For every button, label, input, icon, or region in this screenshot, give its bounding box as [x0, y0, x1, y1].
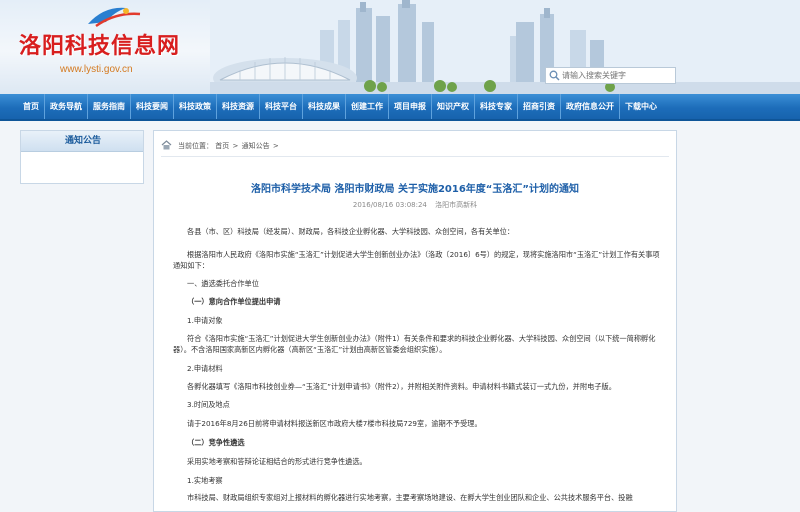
article-source: 洛阳市高新科: [435, 201, 478, 209]
article-paragraph: 2.申请材料: [187, 364, 223, 373]
nav-item[interactable]: 服务指南: [88, 94, 131, 119]
site-logo-url: www.lysti.gov.cn: [60, 64, 133, 75]
article-paragraph: 市科技局、财政局组织专家组对上报材料的孵化器进行实地考察，主要考察场地建设、在孵…: [187, 493, 633, 502]
nav-item[interactable]: 科技要闻: [131, 94, 174, 119]
article-meta: 2016/08/16 03:08:24 洛阳市高新科: [154, 200, 676, 210]
nav-item[interactable]: 项目申报: [389, 94, 432, 119]
article-paragraph: 1.申请对象: [187, 316, 223, 325]
article-paragraph: 符合《洛阳市实施“玉洛汇”计划促进大学生创新创业办法》（附件1）有关条件和要求的…: [173, 334, 656, 354]
search-box[interactable]: [545, 67, 676, 84]
nav-item[interactable]: 科技资源: [217, 94, 260, 119]
city-skyline-banner: [210, 0, 800, 94]
nav-item[interactable]: 科技平台: [260, 94, 303, 119]
nav-item[interactable]: 下载中心: [620, 94, 662, 119]
breadcrumb-current-link[interactable]: 通知公告: [242, 142, 270, 150]
nav-item[interactable]: 首页: [18, 94, 45, 119]
breadcrumb-prefix: 当前位置：: [178, 142, 213, 150]
article-paragraph: 1.实地考察: [187, 476, 223, 485]
main-content-panel: 当前位置： 首页 > 通知公告 > 洛阳市科学技术局 洛阳市财政局 关于实施20…: [153, 130, 677, 512]
sidebar: 通知公告: [20, 130, 144, 184]
sidebar-title[interactable]: 通知公告: [21, 131, 143, 151]
breadcrumb-separator: >: [232, 142, 239, 150]
nav-item[interactable]: 创建工作: [346, 94, 389, 119]
article-paragraph: 各孵化器填写《洛阳市科技创业券—“玉洛汇”计划申请书》（附件2），并附相关附件资…: [187, 382, 616, 391]
nav-item[interactable]: 招商引资: [518, 94, 561, 119]
nav-item[interactable]: 科技政策: [174, 94, 217, 119]
article-title: 洛阳市科学技术局 洛阳市财政局 关于实施2016年度“玉洛汇”计划的通知: [251, 184, 579, 195]
sidebar-title-bar: 通知公告: [21, 131, 143, 152]
breadcrumb: 当前位置： 首页 > 通知公告 >: [161, 140, 669, 157]
article-paragraph: 各县（市、区）科技局（经发局）、财政局，各科技企业孵化器、大学科技园、众创空间，…: [187, 227, 515, 236]
article-date: 2016/08/16 03:08:24: [352, 201, 427, 209]
nav-list: 首页 政务导航 服务指南 科技要闻 科技政策 科技资源 科技平台 科技成果 创建工作 项目申报 知识…: [18, 94, 662, 119]
nav-item[interactable]: 知识产权: [432, 94, 475, 119]
logo-swoosh-icon: [88, 7, 141, 28]
article-subheading: （二）竞争性遴选: [187, 438, 245, 447]
article-paragraph: 根据洛阳市人民政府《洛阳市实施“玉洛汇”计划促进大学生创新创业办法》（洛政〔20…: [173, 250, 660, 270]
site-header: 洛阳科技信息网 www.lysti.gov.cn: [0, 0, 800, 94]
search-input[interactable]: [562, 68, 672, 83]
article-paragraph: 一、遴选委托合作单位: [187, 279, 259, 288]
article-paragraph: 请于2016年8月26日前将申请材料报送新区市政府大楼7楼市科技局729室，逾期…: [187, 419, 482, 428]
article-paragraph: 采用实地考察和答辩论证相结合的形式进行竞争性遴选。: [187, 457, 367, 466]
search-icon[interactable]: [549, 70, 560, 81]
home-icon: [161, 140, 172, 150]
breadcrumb-separator: >: [272, 142, 279, 150]
site-logo-name[interactable]: 洛阳科技信息网: [19, 28, 180, 60]
nav-item[interactable]: 科技专家: [475, 94, 518, 119]
breadcrumb-home-link[interactable]: 首页: [215, 142, 229, 150]
nav-item[interactable]: 政务导航: [45, 94, 88, 119]
nav-item[interactable]: 科技成果: [303, 94, 346, 119]
article-paragraph: 3.时间及地点: [187, 400, 230, 409]
nav-item[interactable]: 政府信息公开: [561, 94, 620, 119]
main-nav: 首页 政务导航 服务指南 科技要闻 科技政策 科技资源 科技平台 科技成果 创建工作 项目申报 知识…: [0, 94, 800, 121]
article-subheading: （一）意向合作单位提出申请: [187, 297, 281, 306]
